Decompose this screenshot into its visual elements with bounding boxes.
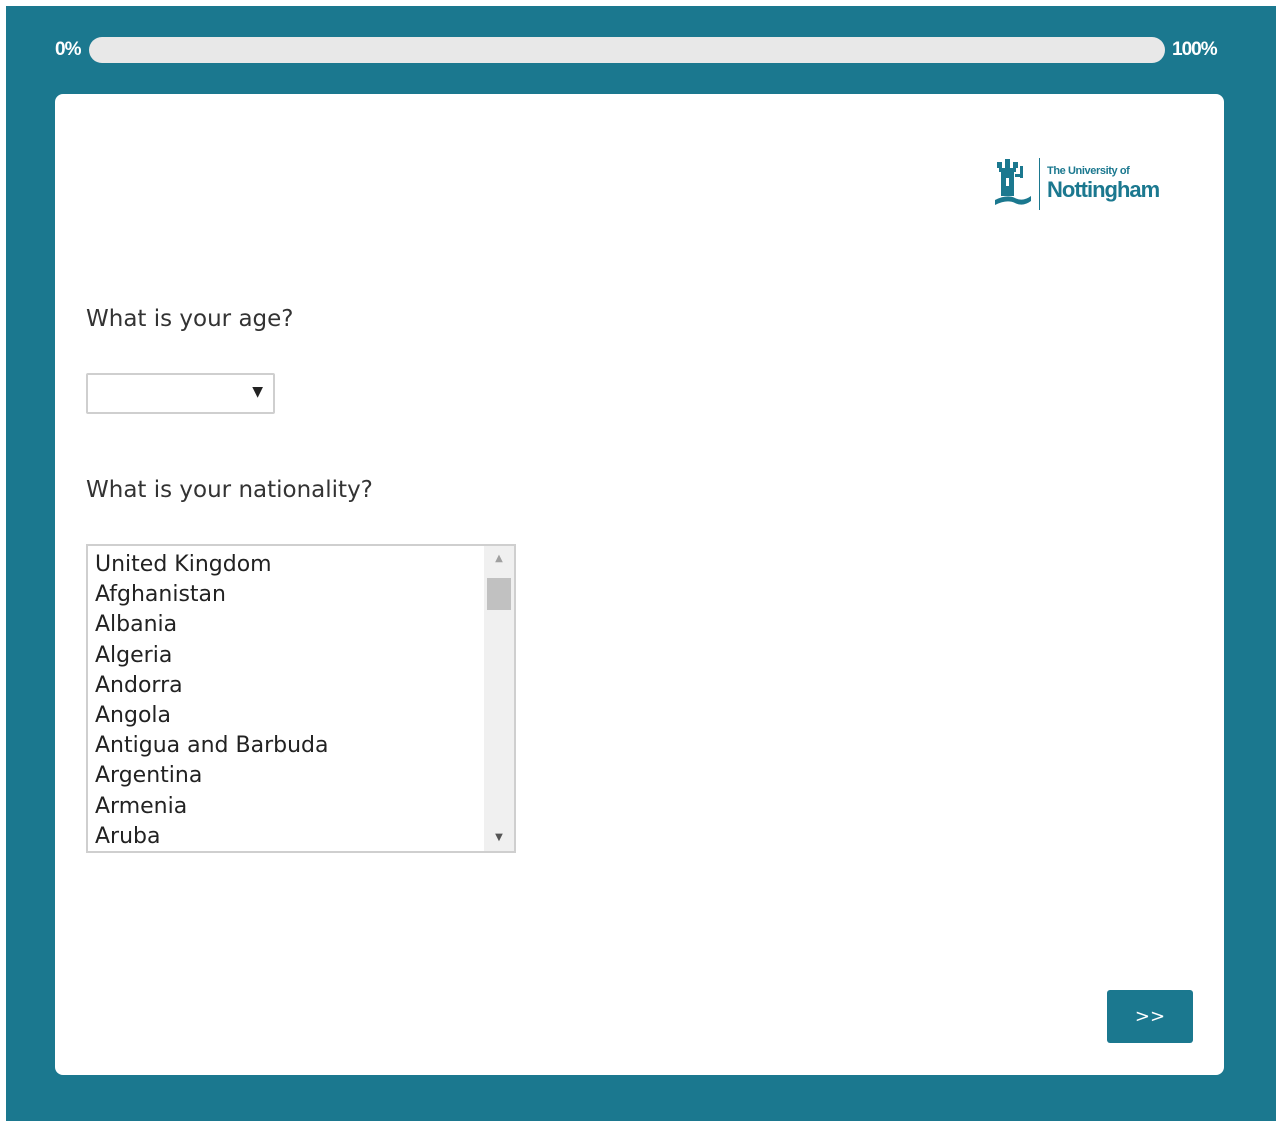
- scroll-up-arrow-icon[interactable]: ▲: [484, 546, 514, 572]
- logo-line1: The University of: [1047, 165, 1130, 177]
- nationality-option[interactable]: Afghanistan: [88, 580, 482, 610]
- university-logo: The University of Nottingham: [989, 156, 1169, 212]
- nationality-option[interactable]: Armenia: [88, 792, 482, 822]
- progress-bar: [89, 37, 1165, 63]
- survey-card: The University of Nottingham What is you…: [55, 94, 1224, 1075]
- nationality-option[interactable]: Andorra: [88, 671, 482, 701]
- survey-background: 0% 100% The University of Nottingham Wha…: [6, 6, 1276, 1121]
- scroll-thumb[interactable]: [487, 578, 511, 610]
- nationality-scrollbar[interactable]: ▲ ▼: [484, 546, 514, 851]
- nationality-option[interactable]: Argentina: [88, 761, 482, 791]
- next-button[interactable]: >>: [1107, 990, 1193, 1043]
- nationality-option[interactable]: Antigua and Barbuda: [88, 731, 482, 761]
- nationality-option[interactable]: Angola: [88, 701, 482, 731]
- nationality-options: United Kingdom Afghanistan Albania Algeria A…: [88, 550, 482, 851]
- logo-line2: Nottingham: [1047, 177, 1160, 202]
- nationality-option[interactable]: Algeria: [88, 641, 482, 671]
- nationality-option[interactable]: United Kingdom: [88, 550, 482, 580]
- nationality-option[interactable]: Aruba: [88, 822, 482, 851]
- nationality-listbox[interactable]: United Kingdom Afghanistan Albania Algeria A…: [86, 544, 516, 853]
- castle-crest-icon: [995, 159, 1031, 205]
- nationality-question-label: What is your nationality?: [86, 477, 373, 503]
- progress-start-label: 0%: [55, 39, 81, 60]
- nationality-option[interactable]: Albania: [88, 610, 482, 640]
- scroll-down-arrow-icon[interactable]: ▼: [484, 825, 514, 851]
- dropdown-arrow-icon: ▼: [252, 384, 263, 400]
- logo-divider: [1039, 158, 1040, 210]
- age-dropdown[interactable]: ▼: [86, 373, 275, 414]
- age-question-label: What is your age?: [86, 306, 294, 332]
- progress-end-label: 100%: [1172, 39, 1218, 60]
